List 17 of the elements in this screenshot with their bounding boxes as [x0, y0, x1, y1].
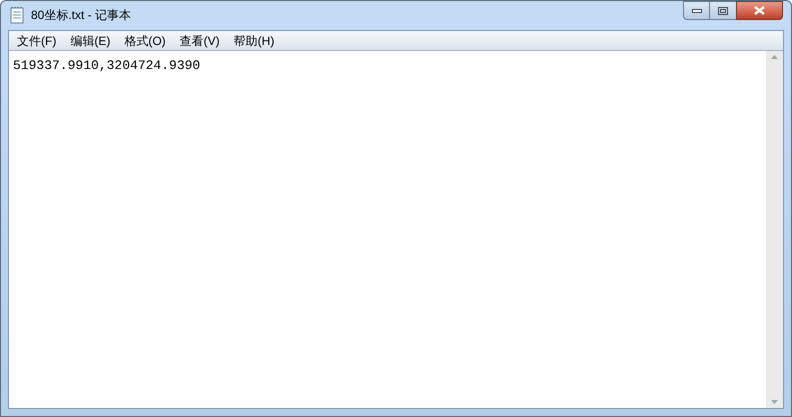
close-icon	[754, 6, 765, 15]
menu-item[interactable]: 帮助(H)	[226, 32, 282, 50]
close-button[interactable]	[736, 1, 783, 20]
scroll-down-icon	[771, 400, 778, 404]
maximize-button[interactable]	[710, 1, 736, 20]
vertical-scrollbar[interactable]	[766, 51, 783, 408]
menu-item[interactable]: 文件(F)	[10, 32, 64, 50]
notepad-icon	[9, 6, 25, 24]
menu-item[interactable]: 编辑(E)	[63, 32, 118, 50]
minimize-button[interactable]	[683, 1, 710, 20]
menu-item[interactable]: 查看(V)	[172, 32, 227, 50]
scroll-up-icon	[771, 55, 778, 59]
document-text: 519337.9910,3204724.9390	[13, 58, 200, 73]
menu-item[interactable]: 格式(O)	[117, 32, 173, 50]
window-title: 80坐标.txt - 记事本	[31, 7, 132, 24]
minimize-icon	[692, 8, 702, 12]
restore-icon	[718, 6, 728, 14]
